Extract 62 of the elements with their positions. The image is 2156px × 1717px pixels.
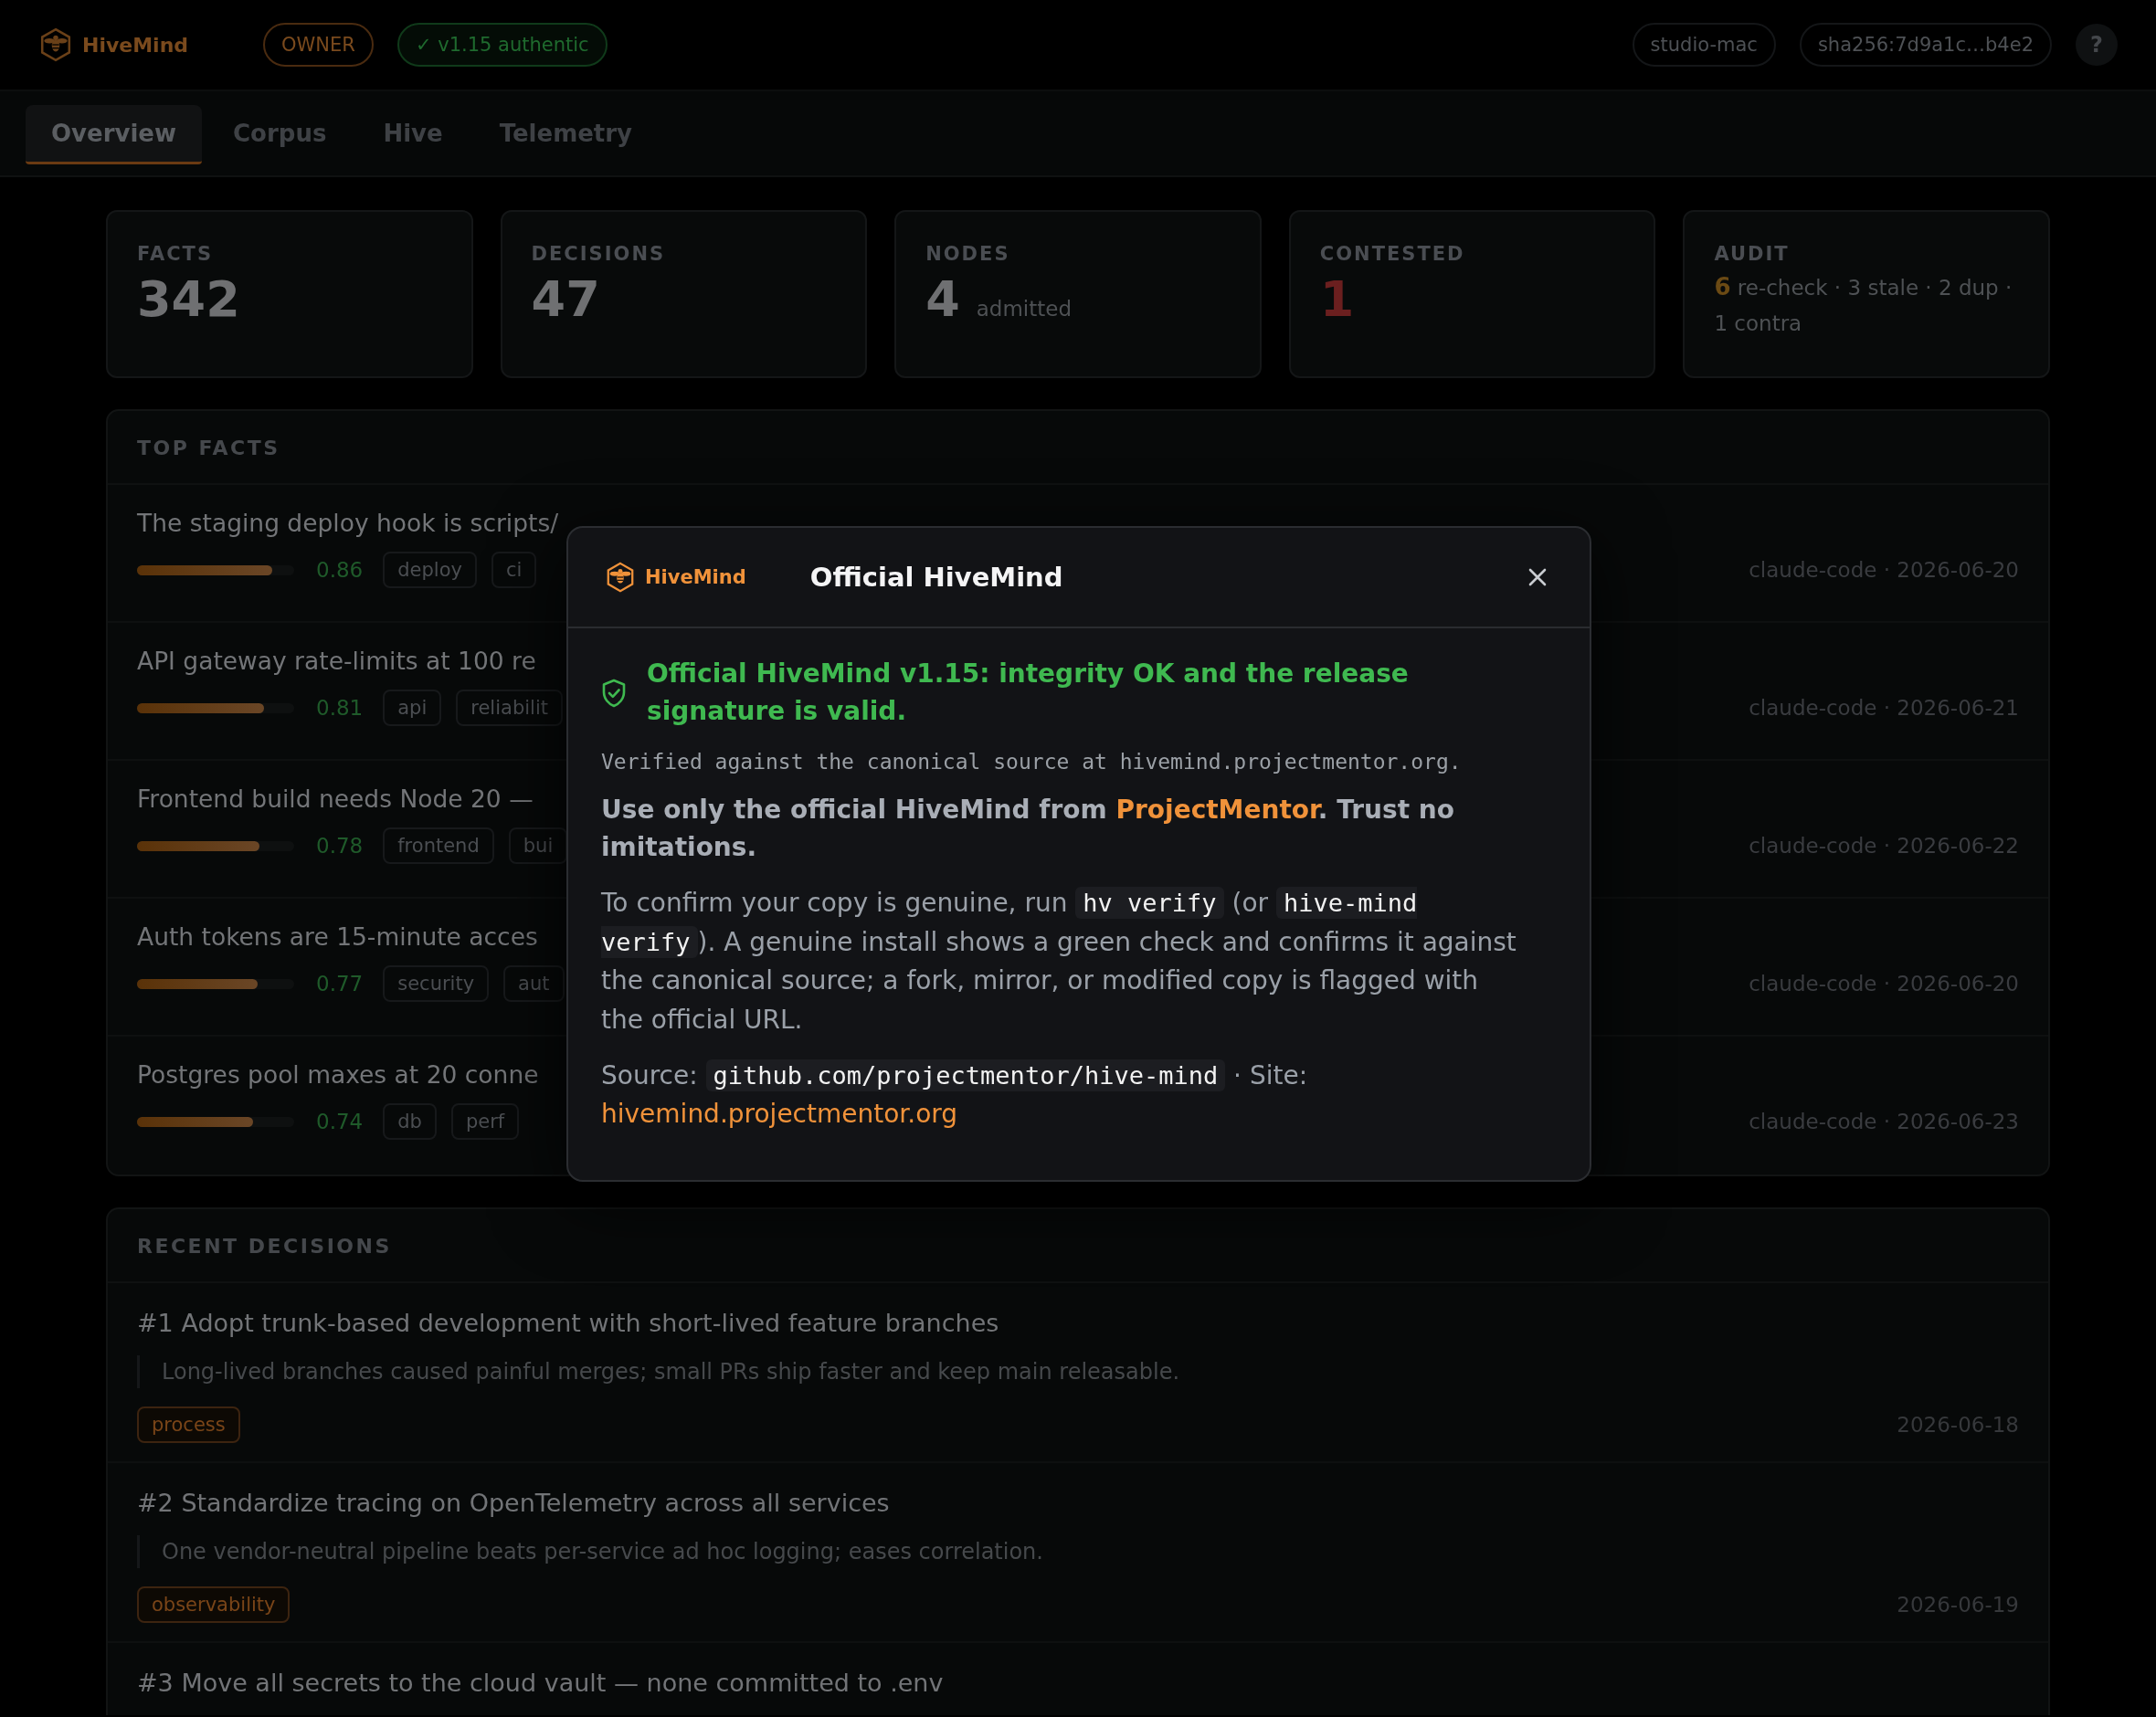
stat-label: NODES (925, 243, 1011, 265)
tab[interactable]: Overview (26, 105, 203, 164)
stat-value: 1 (1319, 270, 1355, 328)
fact-text: The staging deploy hook is scripts/ (137, 509, 559, 537)
confidence-score: 0.78 (316, 834, 364, 858)
confidence-score: 0.86 (316, 558, 364, 582)
role-badge: OWNER (263, 23, 374, 67)
tag: observability (137, 1586, 291, 1623)
decision-title: #1 Adopt trunk-based development with short-lived feature branches (137, 1309, 999, 1337)
hash-chip: sha256:7d9a1c…b4e2 (1799, 23, 2052, 67)
tag: perf (450, 1103, 520, 1140)
notice-text: Use only the official HiveMind from ProjectMentor. Trust no imitations. (601, 794, 1455, 864)
stat-label: AUDIT (1714, 243, 1791, 265)
tag: aut (503, 965, 565, 1002)
verification-note: Verified against the canonical source at hivemind.projectmentor.org. (601, 750, 1463, 774)
hexagon-bee-icon (38, 27, 73, 62)
hexagon-bee-icon (605, 562, 636, 593)
tag: api (383, 690, 442, 726)
tab[interactable]: Corpus (207, 105, 353, 164)
fact-text: Postgres pool maxes at 20 conne (137, 1060, 539, 1089)
tag: reliabilit (456, 690, 563, 726)
confidence-score: 0.74 (316, 1110, 364, 1133)
stat-value: 47 (531, 270, 600, 328)
section-title: RECENT DECISIONS (108, 1209, 2048, 1283)
decision-rationale: One vendor-neutral pipeline beats per-service ad hoc logging; eases correlation. (137, 1535, 2019, 1568)
site-link[interactable]: hivemind.projectmentor.org (601, 1099, 958, 1130)
confidence-score: 0.81 (316, 696, 364, 720)
status-message: Official HiveMind v1.15: integrity OK and the release signature is valid. (647, 658, 1410, 728)
stat-label: CONTESTED (1319, 243, 1466, 265)
tag: db (383, 1103, 437, 1140)
stat-label: FACTS (137, 243, 215, 265)
tag: deploy (383, 552, 477, 588)
stat-value: 4 (925, 270, 960, 328)
stat-label: DECISIONS (531, 243, 667, 265)
stat-note: admitted (976, 297, 1073, 321)
tab[interactable]: Telemetry (473, 105, 659, 164)
source-text: Source: github.com/projectmentor/hive-mind · Site: hivemind.projectmentor.org (601, 1058, 1309, 1132)
tag: frontend (383, 827, 494, 864)
host-chip: studio-mac (1632, 23, 1776, 67)
fact-text: API gateway rate-limits at 100 re (137, 647, 536, 675)
instructions-text: To confirm your copy is genuine, run hv verify (or hive-mind verify ). A genuine install shows a green check and confirms it against the canonical source; a fork, mirror, or modified copy is flagged with the official URL. (601, 886, 1517, 1037)
help-button[interactable]: ? (2076, 24, 2118, 66)
confidence-score: 0.77 (316, 972, 364, 995)
section-title: TOP FACTS (108, 411, 2048, 485)
audit-summary: 6 re-check · 3 stale · 2 dup · 1 contra (1714, 272, 2013, 337)
authenticity-badge: ✓ v1.15 authentic (396, 23, 608, 67)
decision-title: #2 Standardize tracing on OpenTelemetry across all services (137, 1489, 890, 1517)
modal-brand-name: HiveMind (645, 566, 746, 588)
projectmentor-link[interactable]: ProjectMentor (1115, 795, 1318, 826)
fact-text: Frontend build needs Node 20 — (137, 785, 534, 813)
decision-title: #3 Move all secrets to the cloud vault — none committed to .env (137, 1669, 944, 1697)
shield-check-icon (601, 678, 627, 708)
close-icon (1527, 567, 1548, 587)
tab[interactable]: Hive (357, 105, 469, 164)
modal-title: Official HiveMind (809, 562, 1063, 593)
brand-name: HiveMind (82, 33, 189, 57)
stat-value: 342 (137, 270, 240, 328)
tag: process (137, 1406, 240, 1443)
decision-rationale: Long-lived branches caused painful merges; small PRs ship faster and keep main releasable. (137, 1355, 2019, 1388)
tag: ci (491, 552, 537, 588)
tag: security (383, 965, 490, 1002)
fact-text: Auth tokens are 15-minute acces (137, 922, 538, 951)
